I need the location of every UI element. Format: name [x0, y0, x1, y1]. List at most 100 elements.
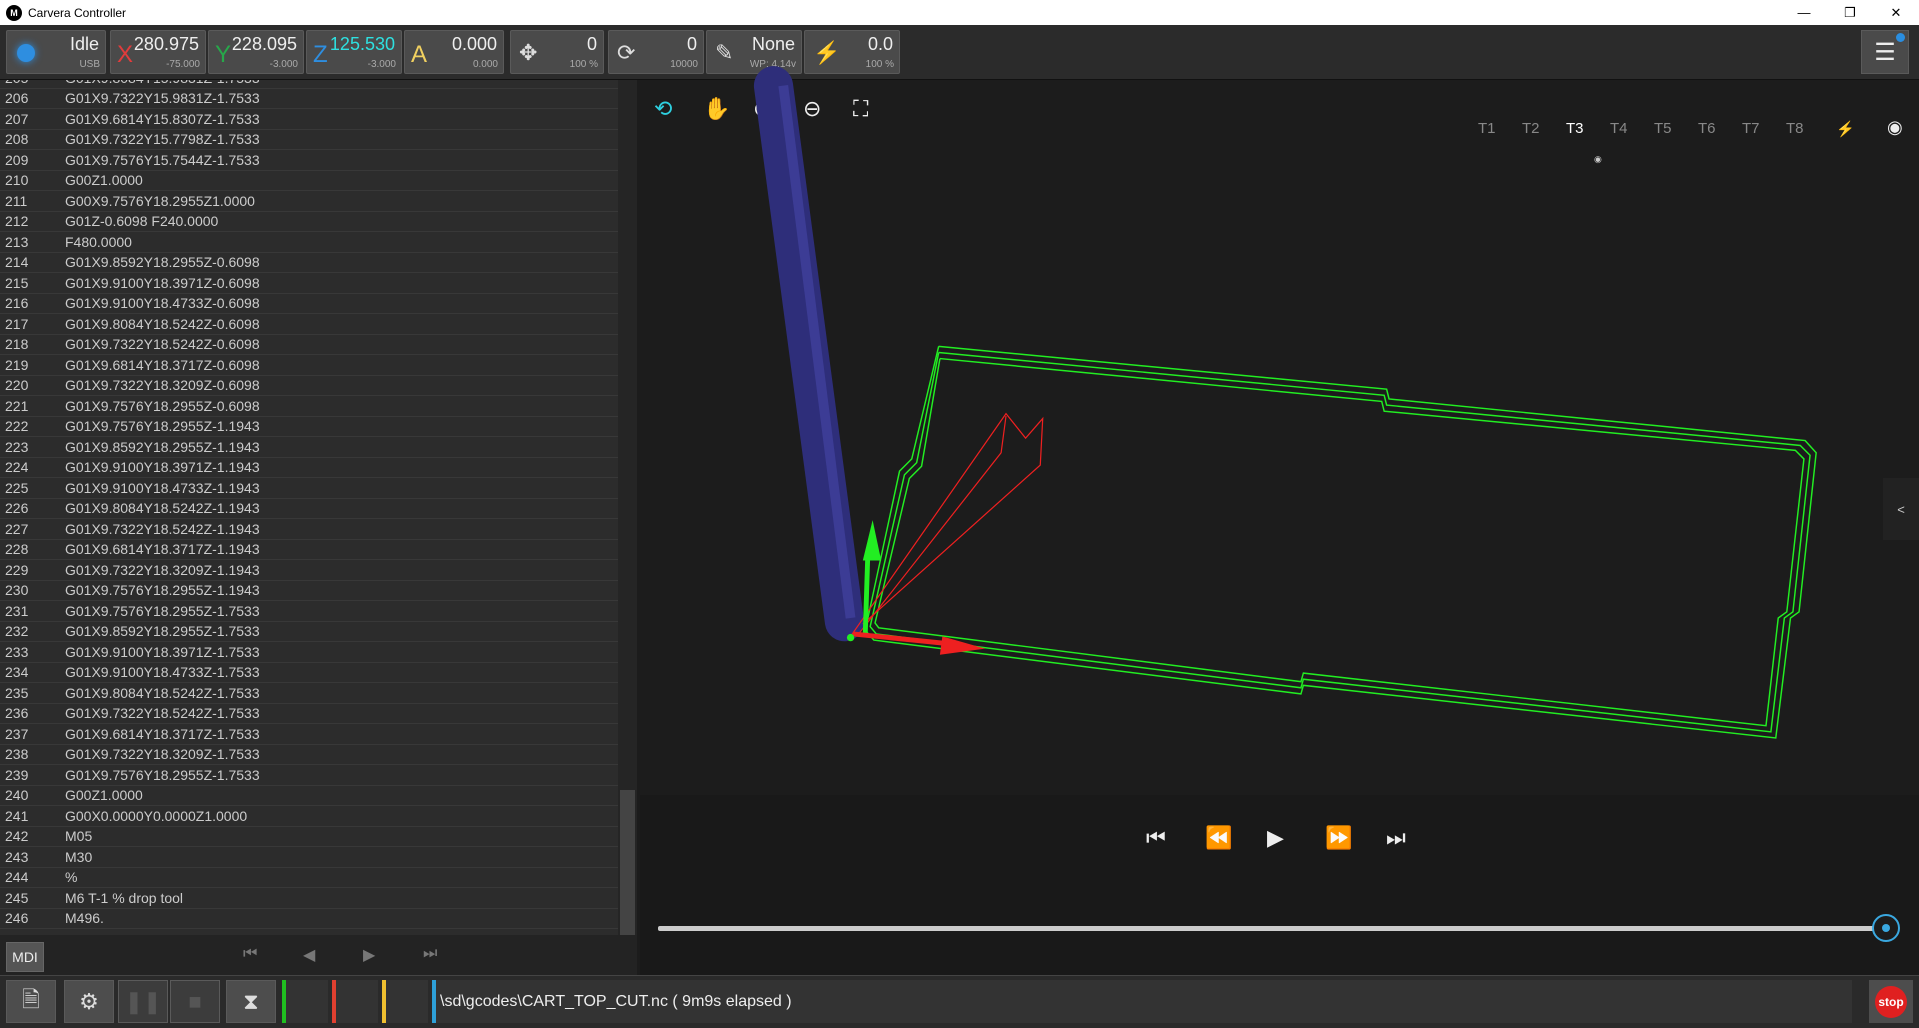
- fit-view-icon[interactable]: ⛶: [853, 96, 868, 122]
- gcode-line[interactable]: 242 M05: [0, 827, 618, 847]
- gcode-line[interactable]: 208 G01X9.7322Y15.7798Z-1.7533: [0, 130, 618, 150]
- gcode-line[interactable]: 223 G01X9.8592Y18.2955Z-1.1943: [0, 437, 618, 458]
- y-coordinate[interactable]: Y 228.095 -3.000: [208, 30, 304, 74]
- collapse-panel-button[interactable]: <: [1883, 478, 1919, 540]
- gcode-line[interactable]: 209 G01X9.7576Y15.7544Z-1.7533: [0, 150, 618, 171]
- skip-start-button[interactable]: ⏮: [1146, 825, 1166, 851]
- line-code: M6 T-1 % drop tool: [65, 889, 184, 906]
- gcode-line[interactable]: 238 G01X9.7322Y18.3209Z-1.7533: [0, 745, 618, 765]
- gcode-line[interactable]: 225 G01X9.9100Y18.4733Z-1.1943: [0, 478, 618, 499]
- gcode-line[interactable]: 214 G01X9.8592Y18.2955Z-0.6098: [0, 253, 618, 273]
- gcode-line[interactable]: 229 G01X9.7322Y18.3209Z-1.1943: [0, 560, 618, 581]
- prev-line-button[interactable]: ◀: [303, 945, 315, 965]
- rotate-view-icon[interactable]: ⟲: [654, 96, 672, 122]
- gcode-line[interactable]: 222 G01X9.7576Y18.2955Z-1.1943: [0, 417, 618, 437]
- zoom-in-icon[interactable]: ⊕: [753, 96, 771, 122]
- gcode-line[interactable]: 246 M496.: [0, 909, 618, 929]
- config-button[interactable]: ⚙: [64, 980, 114, 1023]
- gcode-line[interactable]: 212 G01Z-0.6098 F240.0000: [0, 212, 618, 232]
- stop-job-button[interactable]: ■: [170, 980, 220, 1023]
- pause-button[interactable]: ❚❚: [118, 980, 168, 1023]
- gcode-line[interactable]: 244%: [0, 868, 618, 888]
- tool-tab-t1[interactable]: T1: [1478, 120, 1496, 137]
- last-line-button[interactable]: ⏭: [423, 945, 437, 963]
- gcode-line[interactable]: 219 G01X9.6814Y18.3717Z-0.6098: [0, 355, 618, 376]
- gcode-line[interactable]: 240 G00Z1.0000: [0, 786, 618, 806]
- gcode-line[interactable]: 224 G01X9.9100Y18.3971Z-1.1943: [0, 458, 618, 478]
- first-line-button[interactable]: ⏮: [243, 945, 257, 963]
- line-code: G01X9.9100Y18.4733Z-1.7533: [65, 664, 260, 681]
- gcode-line[interactable]: 236 G01X9.7322Y18.5242Z-1.7533: [0, 704, 618, 724]
- gcode-line[interactable]: 243 M30: [0, 847, 618, 868]
- gcode-line[interactable]: 206 G01X9.7322Y15.9831Z-1.7533: [0, 89, 618, 109]
- laser-button[interactable]: ⚡ 0.0 100 %: [804, 30, 900, 74]
- line-number: 208: [5, 131, 29, 148]
- gcode-line[interactable]: 221 G01X9.7576Y18.2955Z-0.6098: [0, 396, 618, 417]
- gcode-line[interactable]: 211 G00X9.7576Y18.2955Z1.0000: [0, 191, 618, 212]
- gcode-line[interactable]: 213 F480.0000: [0, 232, 618, 253]
- gcode-line[interactable]: 234 G01X9.9100Y18.4733Z-1.7533: [0, 663, 618, 683]
- menu-button[interactable]: ☰: [1861, 30, 1909, 74]
- tool-tab-t5[interactable]: T5: [1654, 120, 1672, 137]
- line-number: 230: [5, 582, 29, 599]
- tool-tab-t2[interactable]: T2: [1522, 120, 1540, 137]
- laser-toggle-icon[interactable]: ⚡: [1836, 120, 1855, 138]
- mdi-button[interactable]: MDI: [6, 942, 44, 972]
- rewind-button[interactable]: ⏪: [1205, 825, 1232, 851]
- gcode-line[interactable]: 216 G01X9.9100Y18.4733Z-0.6098: [0, 294, 618, 314]
- gcode-scrollbar[interactable]: [618, 80, 637, 935]
- gcode-line[interactable]: 237 G01X9.6814Y18.3717Z-1.7533: [0, 724, 618, 745]
- tool-tab-t4[interactable]: T4: [1610, 120, 1628, 137]
- gcode-line[interactable]: 205G01X9.8084Y15.9831Z-1.7533: [0, 80, 618, 89]
- tool-tab-t7[interactable]: T7: [1742, 120, 1760, 137]
- gcode-line[interactable]: 210 G00Z1.0000: [0, 171, 618, 191]
- gcode-line[interactable]: 228 G01X9.6814Y18.3717Z-1.1943: [0, 540, 618, 560]
- gcode-list[interactable]: 205G01X9.8084Y15.9831Z-1.7533206G01X9.73…: [0, 80, 637, 935]
- play-button[interactable]: ▶: [1267, 825, 1284, 851]
- tool-tab-t6[interactable]: T6: [1698, 120, 1716, 137]
- 3d-viewport[interactable]: ⟲ ✋ ⊕ ⊖ ⛶ T1 T2 T3 T4 T5 T6 T7 T8 ⚡ ◉ ◉ <: [640, 80, 1919, 795]
- gcode-line[interactable]: 235 G01X9.8084Y18.5242Z-1.7533: [0, 683, 618, 704]
- playback-slider[interactable]: [658, 914, 1900, 942]
- visibility-eye-icon[interactable]: ◉: [1887, 117, 1903, 138]
- time-button[interactable]: ⧗: [226, 980, 276, 1023]
- gcode-line[interactable]: 218 G01X9.7322Y18.5242Z-0.6098: [0, 335, 618, 355]
- feed-button[interactable]: ✥ 0 100 %: [510, 30, 604, 74]
- machine-status-button[interactable]: Idle USB: [6, 30, 106, 74]
- gcode-line[interactable]: 241 G00X0.0000Y0.0000Z1.0000: [0, 806, 618, 827]
- gcode-line[interactable]: 226 G01X9.8084Y18.5242Z-1.1943: [0, 499, 618, 519]
- emergency-stop-button[interactable]: stop: [1869, 980, 1913, 1023]
- slider-knob[interactable]: [1872, 914, 1900, 942]
- gcode-line[interactable]: 217 G01X9.8084Y18.5242Z-0.6098: [0, 314, 618, 335]
- gcode-line[interactable]: 233 G01X9.9100Y18.3971Z-1.7533: [0, 642, 618, 663]
- tool-button[interactable]: ✎ None WP: 4.14v: [706, 30, 802, 74]
- next-line-button[interactable]: ▶: [363, 945, 375, 965]
- gcode-line[interactable]: 239 G01X9.7576Y18.2955Z-1.7533: [0, 765, 618, 786]
- skip-end-button[interactable]: ⏭: [1386, 825, 1406, 851]
- gcode-line[interactable]: 230 G01X9.7576Y18.2955Z-1.1943: [0, 581, 618, 601]
- gcode-line[interactable]: 207 G01X9.6814Y15.8307Z-1.7533: [0, 109, 618, 130]
- gcode-line[interactable]: 227 G01X9.7322Y18.5242Z-1.1943: [0, 519, 618, 540]
- gcode-line[interactable]: 215 G01X9.9100Y18.3971Z-0.6098: [0, 273, 618, 294]
- spindle-button[interactable]: ⟳ 0 10000: [608, 30, 704, 74]
- zoom-out-icon[interactable]: ⊖: [803, 96, 821, 122]
- gcode-line[interactable]: 220 G01X9.7322Y18.3209Z-0.6098: [0, 376, 618, 396]
- active-tool-marker-icon: ◉: [1594, 154, 1602, 164]
- restore-button[interactable]: ❐: [1827, 0, 1873, 25]
- minimize-button[interactable]: —: [1781, 0, 1827, 25]
- tool-tab-t3[interactable]: T3: [1566, 120, 1584, 137]
- gcode-line[interactable]: 231 G01X9.7576Y18.2955Z-1.7533: [0, 601, 618, 622]
- pan-hand-icon[interactable]: ✋: [703, 96, 730, 122]
- scrollbar-thumb[interactable]: [620, 790, 635, 935]
- tool-tab-t8[interactable]: T8: [1786, 120, 1804, 137]
- gcode-line[interactable]: 245 M6 T-1 % drop tool: [0, 888, 618, 909]
- x-work-value: -75.000: [166, 59, 200, 70]
- x-coordinate[interactable]: X 280.975 -75.000: [110, 30, 206, 74]
- file-button[interactable]: 🗎: [6, 980, 56, 1023]
- a-coordinate[interactable]: A 0.000 0.000: [404, 30, 504, 74]
- fast-forward-button[interactable]: ⏩: [1325, 825, 1352, 851]
- gcode-line[interactable]: 232 G01X9.8592Y18.2955Z-1.7533: [0, 622, 618, 642]
- close-button[interactable]: ✕: [1873, 0, 1919, 25]
- z-coordinate[interactable]: Z 125.530 -3.000: [306, 30, 402, 74]
- line-code: G01X9.8084Y18.5242Z-0.6098: [65, 315, 260, 332]
